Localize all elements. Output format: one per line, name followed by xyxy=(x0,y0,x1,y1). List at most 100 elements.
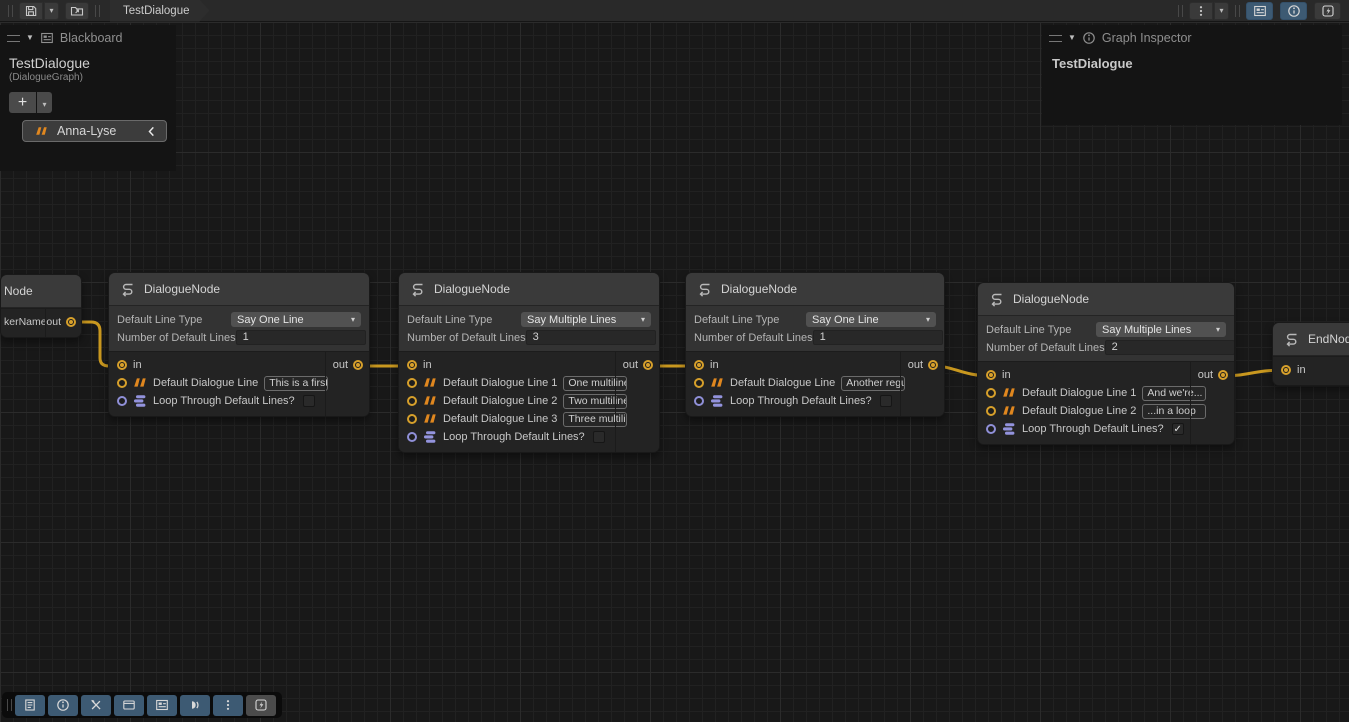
number-of-lines-input[interactable]: 1 xyxy=(236,330,366,345)
number-of-lines-input[interactable]: 2 xyxy=(1105,340,1235,355)
line-type-dropdown[interactable]: Say One Line▾ xyxy=(806,312,936,327)
loop-checkbox[interactable]: ✓ xyxy=(1172,423,1184,435)
loop-checkbox[interactable] xyxy=(880,395,892,407)
property-row: Default Line TypeSay One Line▾ xyxy=(117,312,361,327)
panel-toggle-spark-button[interactable] xyxy=(246,695,276,716)
add-variable-caret-button[interactable]: ▾ xyxy=(37,92,52,113)
panel-toggle-doc-button[interactable] xyxy=(15,695,45,716)
panel-toggle-window-button[interactable] xyxy=(114,695,144,716)
port-label: in xyxy=(1297,364,1306,376)
line-type-dropdown[interactable]: Say One Line▾ xyxy=(231,312,361,327)
loop-port[interactable] xyxy=(117,396,127,406)
exec-out-port[interactable] xyxy=(1218,370,1228,380)
chevron-left-icon[interactable] xyxy=(145,126,158,137)
dialogue-node[interactable]: DialogueNodeDefault Line TypeSay One Lin… xyxy=(108,272,370,417)
spark-icon xyxy=(1321,4,1335,18)
port-label: Default Dialogue Line 1 xyxy=(1022,387,1136,399)
toolbar-grip[interactable] xyxy=(95,5,100,17)
output-ports-column: out xyxy=(900,352,944,416)
exec-in-port[interactable] xyxy=(986,370,996,380)
loop-checkbox[interactable] xyxy=(303,395,315,407)
panel-toggle-tools-button[interactable] xyxy=(81,695,111,716)
folder-open-button[interactable] xyxy=(65,2,89,20)
add-variable-button[interactable]: + xyxy=(9,92,36,113)
inspector-collapse-caret-icon[interactable]: ▼ xyxy=(1068,34,1076,42)
panel-toggle-speaker-button[interactable] xyxy=(180,695,210,716)
info-icon xyxy=(1082,31,1096,45)
dialogue-line-port[interactable] xyxy=(986,406,996,416)
exec-in-port[interactable] xyxy=(694,360,704,370)
output-port-label: out xyxy=(908,359,923,371)
port-row: Loop Through Default Lines? xyxy=(109,392,325,410)
exec-in-port[interactable] xyxy=(407,360,417,370)
port-label: in xyxy=(423,359,432,371)
folder-open-button-group xyxy=(65,2,89,20)
loop-port[interactable] xyxy=(407,432,417,442)
port-row: Loop Through Default Lines? xyxy=(686,392,900,410)
graph-breadcrumb-tab[interactable]: TestDialogue xyxy=(110,0,209,22)
toolbar-grip[interactable] xyxy=(1235,5,1240,17)
blackboard-drag-handle-icon[interactable] xyxy=(7,35,20,42)
options-kebab-button[interactable] xyxy=(1189,2,1213,20)
toggle-spark-button[interactable] xyxy=(1314,2,1341,20)
save-button-group: ▾ xyxy=(19,2,59,20)
dialogue-line-field[interactable]: Another regu xyxy=(841,376,905,391)
port-row: Default Dialogue Line 2Two multiline xyxy=(399,392,615,410)
caret-down-icon: ▾ xyxy=(351,316,355,324)
loop-port[interactable] xyxy=(694,396,704,406)
dialogue-line-port[interactable] xyxy=(407,414,417,424)
node-ports-section: inDefault Dialogue Line 1One multilineDe… xyxy=(399,351,659,452)
dialogue-node[interactable]: DialogueNodeDefault Line TypeSay Multipl… xyxy=(398,272,660,453)
exec-in-port[interactable] xyxy=(117,360,127,370)
property-row: Default Line TypeSay Multiple Lines▾ xyxy=(986,322,1226,337)
property-label: Default Line Type xyxy=(694,314,806,326)
toggle-blackboard-button[interactable] xyxy=(1246,2,1273,20)
panel-toggle-blackboard-button[interactable] xyxy=(147,695,177,716)
exec-out-port[interactable] xyxy=(353,360,363,370)
toolbar-grip[interactable] xyxy=(1178,5,1183,17)
blackboard-collapse-caret-icon[interactable]: ▼ xyxy=(26,34,34,42)
save-caret-button[interactable]: ▾ xyxy=(44,2,59,20)
exec-out-port[interactable] xyxy=(643,360,653,370)
property-label: Number of Default Lines xyxy=(117,332,236,344)
dialogue-line-port[interactable] xyxy=(407,396,417,406)
number-of-lines-input[interactable]: 3 xyxy=(526,330,656,345)
dialogue-line-port[interactable] xyxy=(694,378,704,388)
line-type-dropdown[interactable]: Say Multiple Lines▾ xyxy=(521,312,651,327)
line-type-dropdown[interactable]: Say Multiple Lines▾ xyxy=(1096,322,1226,337)
dialogue-line-port[interactable] xyxy=(407,378,417,388)
dialogue-node[interactable]: DialogueNodeDefault Line TypeSay One Lin… xyxy=(685,272,945,417)
toolbar-right-group: ▾ xyxy=(1178,2,1341,20)
variable-pill-anna-lyse[interactable]: Anna-Lyse xyxy=(22,120,167,142)
property-label: Default Line Type xyxy=(986,324,1096,336)
caret-down-icon: ▾ xyxy=(49,7,53,15)
port-label: Loop Through Default Lines? xyxy=(1022,423,1164,435)
dialogue-node[interactable]: DialogueNodeDefault Line TypeSay Multipl… xyxy=(977,282,1235,445)
dialogue-line-port[interactable] xyxy=(986,388,996,398)
panel-toggle-kebab-button[interactable] xyxy=(213,695,243,716)
number-of-lines-input[interactable]: 1 xyxy=(813,330,943,345)
loop-port[interactable] xyxy=(986,424,996,434)
bottom-toolbar-grip[interactable] xyxy=(7,699,12,711)
inspector-drag-handle-icon[interactable] xyxy=(1049,35,1062,42)
end-node[interactable]: EndNodein xyxy=(1272,322,1349,386)
exec-out-port[interactable] xyxy=(928,360,938,370)
exec-out-port[interactable] xyxy=(66,317,76,327)
graph-canvas[interactable]: NodekerNameout DialogueNodeDefault Line T… xyxy=(0,22,1349,722)
loop-checkbox[interactable] xyxy=(593,431,605,443)
blackboard-panel: ▼ Blackboard TestDialogue (DialogueGraph… xyxy=(0,25,176,171)
variable-name: Anna-Lyse xyxy=(57,124,116,138)
dialogue-line-field[interactable]: This is a first xyxy=(264,376,328,391)
panel-toggle-info-button[interactable] xyxy=(48,695,78,716)
partial-node[interactable]: NodekerNameout xyxy=(0,274,82,338)
toggle-info-button[interactable] xyxy=(1280,2,1307,20)
node-ports-section: in xyxy=(1273,356,1349,385)
port-label: Default Dialogue Line 1 xyxy=(443,377,557,389)
options-kebab-caret-button[interactable]: ▾ xyxy=(1214,2,1229,20)
dialogue-line-port[interactable] xyxy=(117,378,127,388)
property-label: Default Line Type xyxy=(407,314,521,326)
save-button[interactable] xyxy=(19,2,43,20)
toolbar-grip[interactable] xyxy=(8,5,13,17)
exec-in-port[interactable] xyxy=(1281,365,1291,375)
output-port-label: out xyxy=(46,316,61,328)
